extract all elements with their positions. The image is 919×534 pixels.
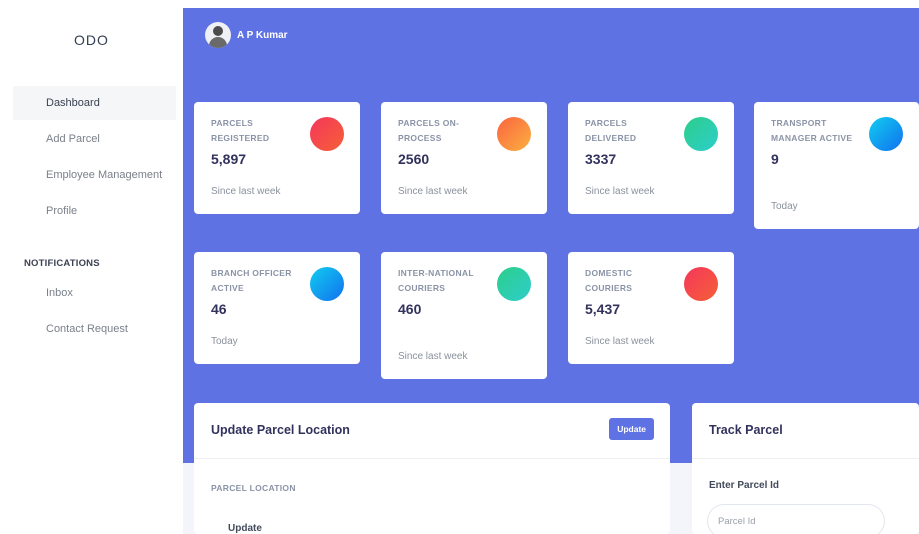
parcel-id-input[interactable]	[707, 504, 885, 534]
stat-card-parcels-registered: PARCELS REGISTERED 5,897 Since last week	[194, 102, 360, 214]
parcel-location-label: PARCEL LOCATION	[211, 483, 296, 493]
parcel-id-label: Enter Parcel Id	[709, 480, 780, 491]
top-strip	[0, 0, 919, 8]
update-parcel-panel: Update Parcel Location Update PARCEL LOC…	[194, 403, 670, 534]
brand-logo[interactable]: ODO	[0, 32, 183, 48]
stat-icon	[310, 267, 344, 301]
stat-value: 460	[398, 301, 422, 317]
panel-header: Update Parcel Location Update	[194, 403, 670, 459]
user-menu[interactable]: A P Kumar	[205, 22, 288, 48]
stat-icon	[869, 117, 903, 151]
stat-card-transport-manager: TRANSPORT MANAGER ACTIVE 9 Today	[754, 102, 919, 229]
stat-card-international-couriers: INTER-NATIONAL COURIERS 460 Since last w…	[381, 252, 547, 379]
update-button[interactable]: Update	[609, 418, 654, 440]
stat-value: 5,437	[585, 301, 621, 317]
stat-icon	[684, 117, 718, 151]
stat-title: TRANSPORT MANAGER ACTIVE	[771, 118, 853, 143]
panel-title: Update Parcel Location	[211, 423, 350, 437]
stat-icon	[684, 267, 718, 301]
stat-icon	[497, 117, 531, 151]
stat-title: PARCELS REGISTERED	[211, 118, 270, 143]
stat-card-parcels-on-process: PARCELS ON-PROCESS 2560 Since last week	[381, 102, 547, 214]
stat-title: PARCELS DELIVERED	[585, 118, 637, 143]
panel-title: Track Parcel	[709, 423, 783, 437]
stat-note: Since last week	[585, 336, 655, 347]
stat-icon	[497, 267, 531, 301]
sidebar-item-inbox[interactable]: Inbox	[13, 276, 176, 310]
panel-header: Track Parcel	[692, 403, 919, 459]
sidebar: ODO Dashboard Add Parcel Employee Manage…	[0, 8, 183, 534]
stat-title: INTER-NATIONAL COURIERS	[398, 268, 474, 293]
notifications-heading: NOTIFICATIONS	[24, 258, 100, 269]
stat-title: PARCELS ON-PROCESS	[398, 118, 460, 143]
sidebar-item-contact-request[interactable]: Contact Request	[13, 312, 176, 346]
stat-value: 2560	[398, 151, 430, 167]
stat-note: Today	[771, 201, 798, 212]
sidebar-item-employee-management[interactable]: Employee Management	[13, 158, 176, 192]
track-parcel-panel: Track Parcel Enter Parcel Id	[692, 403, 919, 534]
sidebar-item-dashboard[interactable]: Dashboard	[13, 86, 176, 120]
stat-value: 5,897	[211, 151, 247, 167]
user-name: A P Kumar	[237, 29, 288, 41]
sidebar-item-label: Contact Request	[46, 323, 128, 335]
stat-note: Since last week	[211, 186, 281, 197]
user-avatar-icon	[205, 22, 231, 48]
stat-card-domestic-couriers: DOMESTIC COURIERS 5,437 Since last week	[568, 252, 734, 364]
stat-note: Since last week	[398, 186, 468, 197]
sidebar-item-profile[interactable]: Profile	[13, 194, 176, 228]
stat-title: DOMESTIC COURIERS	[585, 268, 633, 293]
main-content: A P Kumar PARCELS REGISTERED 5,897 Since…	[183, 8, 919, 534]
sidebar-item-add-parcel[interactable]: Add Parcel	[13, 122, 176, 156]
stat-title: BRANCH OFFICER ACTIVE	[211, 268, 292, 293]
stat-note: Today	[211, 336, 238, 347]
stat-card-parcels-delivered: PARCELS DELIVERED 3337 Since last week	[568, 102, 734, 214]
stat-value: 9	[771, 151, 779, 167]
stat-card-branch-officer: BRANCH OFFICER ACTIVE 46 Today	[194, 252, 360, 364]
stat-value: 46	[211, 301, 227, 317]
stat-icon	[310, 117, 344, 151]
header-banner: A P Kumar PARCELS REGISTERED 5,897 Since…	[183, 8, 919, 463]
sidebar-item-label: Inbox	[46, 287, 73, 299]
sidebar-item-label: Profile	[46, 205, 78, 217]
sidebar-item-label: Employee Management	[46, 169, 163, 181]
stat-value: 3337	[585, 151, 617, 167]
sidebar-item-label: Dashboard	[46, 97, 100, 109]
stat-note: Since last week	[398, 351, 468, 362]
stat-note: Since last week	[585, 186, 655, 197]
sidebar-item-label: Add Parcel	[46, 133, 100, 145]
update-field-label: Update	[228, 523, 262, 534]
